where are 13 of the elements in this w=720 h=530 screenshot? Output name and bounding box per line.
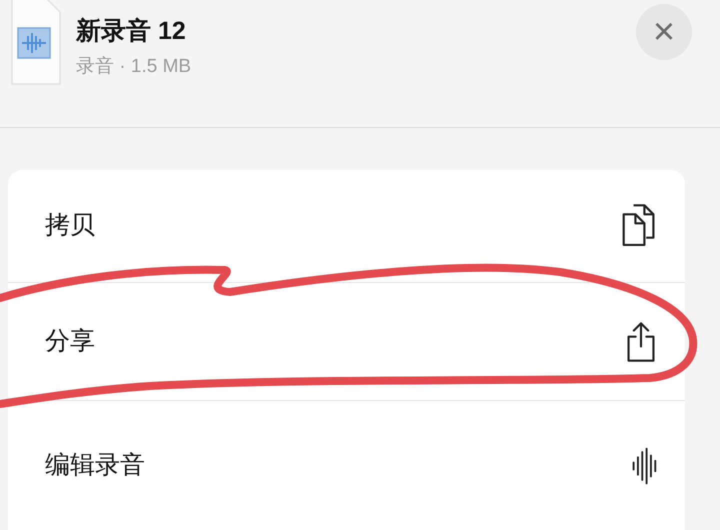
action-label: 编辑录音: [45, 450, 145, 481]
action-row[interactable]: 拷贝: [8, 170, 685, 282]
action-label: 拷贝: [45, 210, 95, 242]
share-icon: [625, 320, 657, 362]
copy-icon: [621, 203, 657, 249]
audio-file-icon: [10, 0, 62, 86]
file-title: 新录音 12: [76, 16, 187, 47]
action-row[interactable]: 分享: [8, 282, 685, 400]
action-row[interactable]: 编辑录音: [8, 400, 685, 530]
close-button[interactable]: ×: [636, 4, 692, 60]
file-details: 录音 · 1.5 MB: [76, 55, 192, 79]
waveform-icon: [631, 446, 657, 486]
action-label: 分享: [45, 326, 95, 357]
